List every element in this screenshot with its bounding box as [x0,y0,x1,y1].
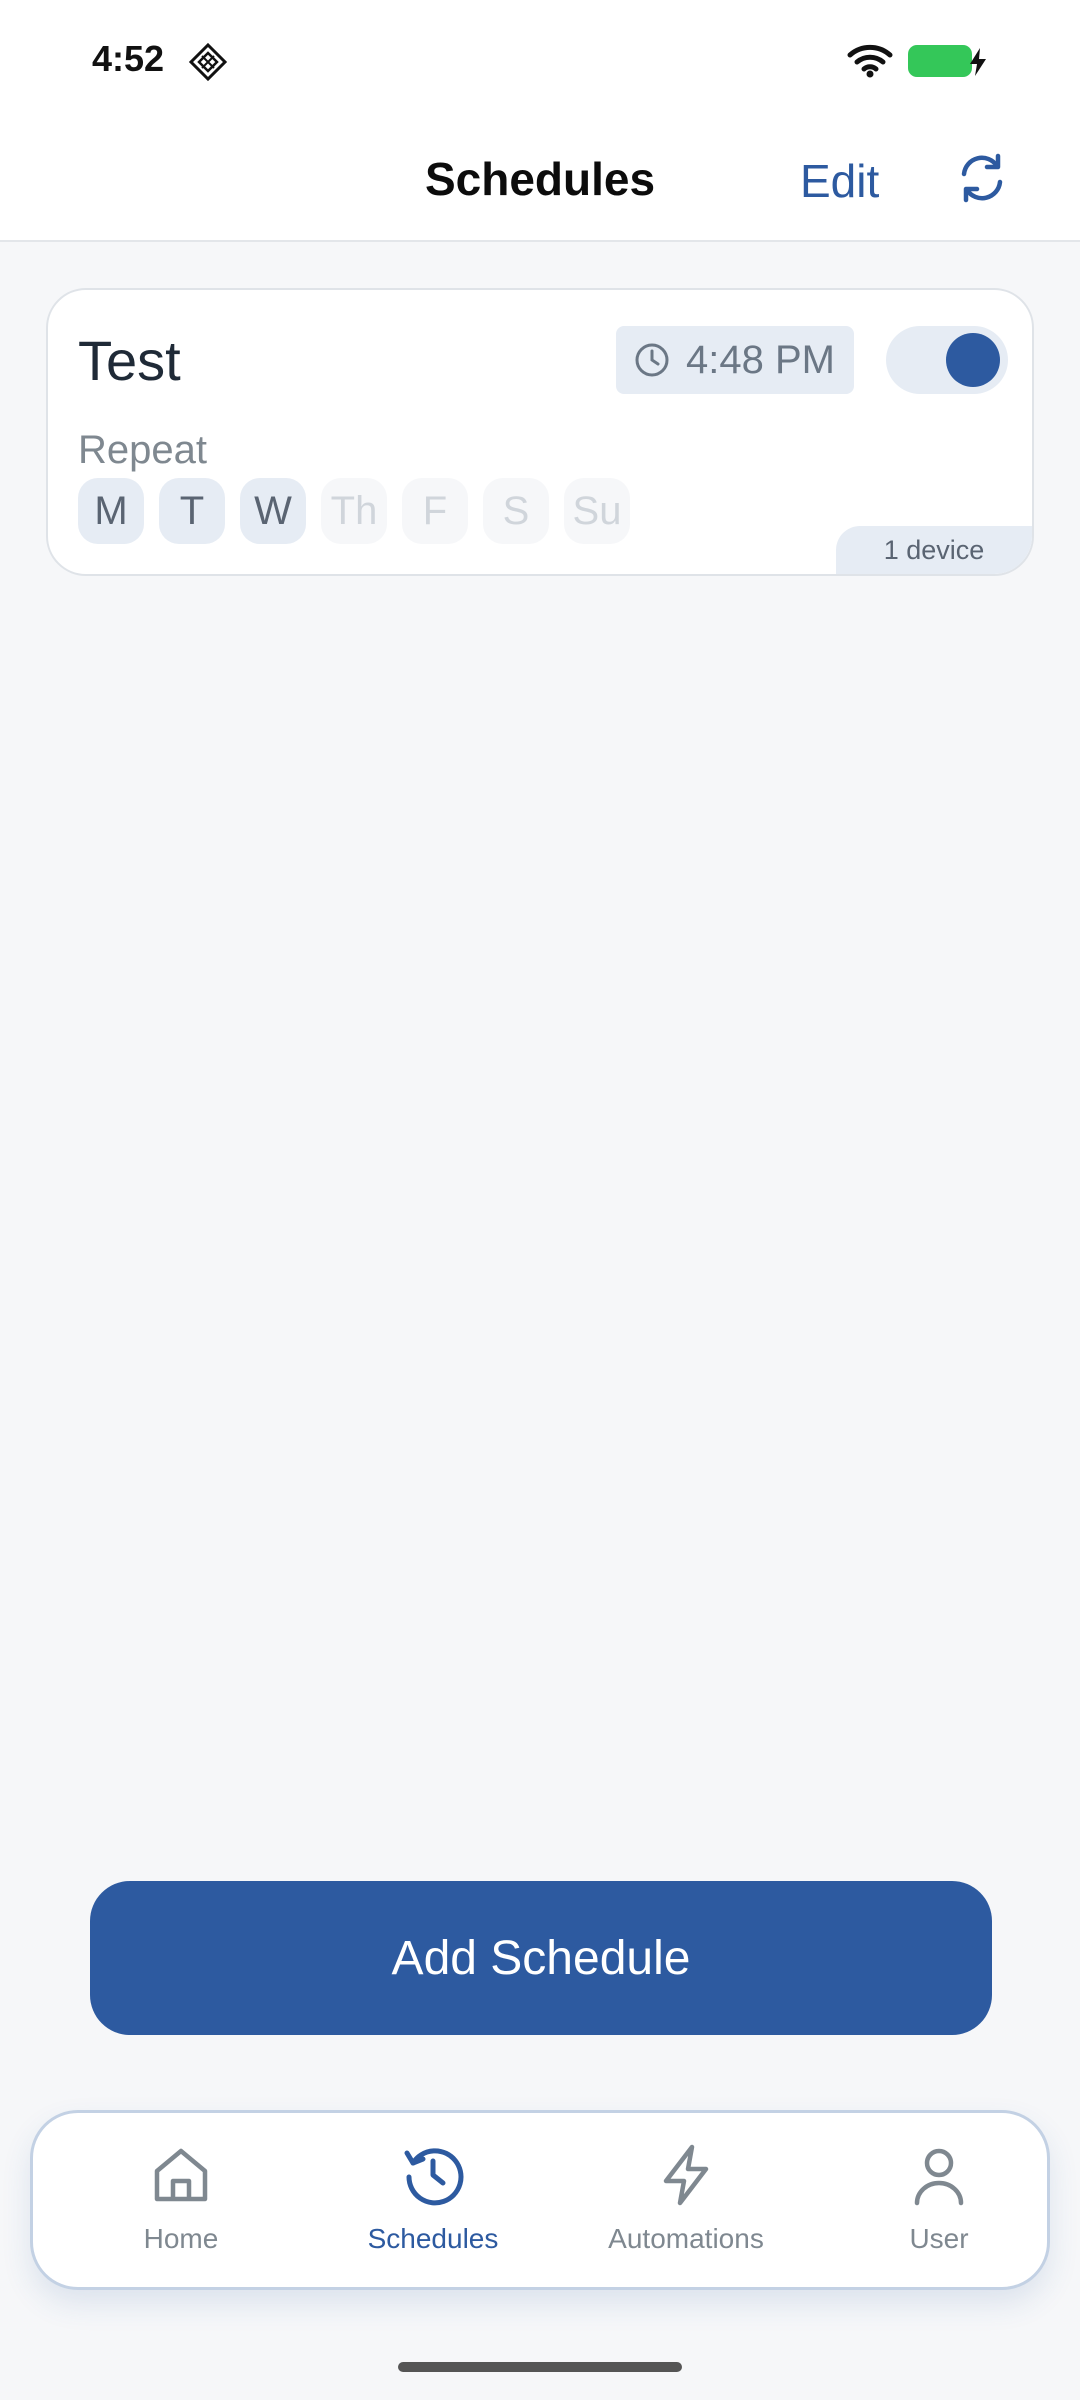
schedule-enabled-toggle[interactable] [886,326,1008,394]
refresh-icon[interactable] [956,152,1008,204]
status-time: 4:52 [92,38,165,79]
home-icon [154,2148,208,2202]
tab-user[interactable]: User [839,2113,1039,2293]
day-chip-saturday: S [483,478,549,544]
repeat-label: Repeat [78,428,207,472]
toggle-knob [946,333,1000,387]
day-chip-thursday: Th [321,478,387,544]
tab-automations-label: Automations [608,2223,764,2254]
tab-schedules[interactable]: Schedules [333,2113,533,2293]
schedule-card[interactable]: Test 4:48 PM Repeat M T W Th F S Su 1 de… [46,288,1034,576]
nav-header: Schedules Edit [0,120,1080,242]
history-icon [404,2148,464,2206]
app-status-icon [188,42,228,82]
add-schedule-button[interactable]: Add Schedule [90,1881,992,2035]
bolt-icon [663,2144,709,2206]
schedule-name: Test [78,329,181,392]
status-bar: 4:52 [0,0,1080,120]
page-title: Schedules [424,153,656,205]
user-icon [914,2148,964,2206]
schedule-time: 4:48 PM [686,337,835,382]
home-indicator[interactable] [398,2362,682,2372]
wifi-icon [847,44,893,78]
tab-home-label: Home [143,2223,219,2254]
day-chip-monday: M [78,478,144,544]
tab-home[interactable]: Home [81,2113,281,2293]
day-chip-sunday: Su [564,478,630,544]
tab-automations[interactable]: Automations [586,2113,786,2293]
tab-schedules-label: Schedules [367,2223,499,2254]
tab-user-label: User [909,2223,969,2254]
day-chip-friday: F [402,478,468,544]
edit-button[interactable]: Edit [800,154,879,208]
device-count-badge: 1 device [836,526,1032,574]
day-chip-tuesday: T [159,478,225,544]
schedule-time-chip: 4:48 PM [616,326,854,394]
battery-icon [908,45,972,77]
charging-icon [970,48,986,76]
day-chip-wednesday: W [240,478,306,544]
bottom-tab-bar: Home Schedules Automations User [30,2110,1050,2290]
clock-icon [635,343,669,377]
